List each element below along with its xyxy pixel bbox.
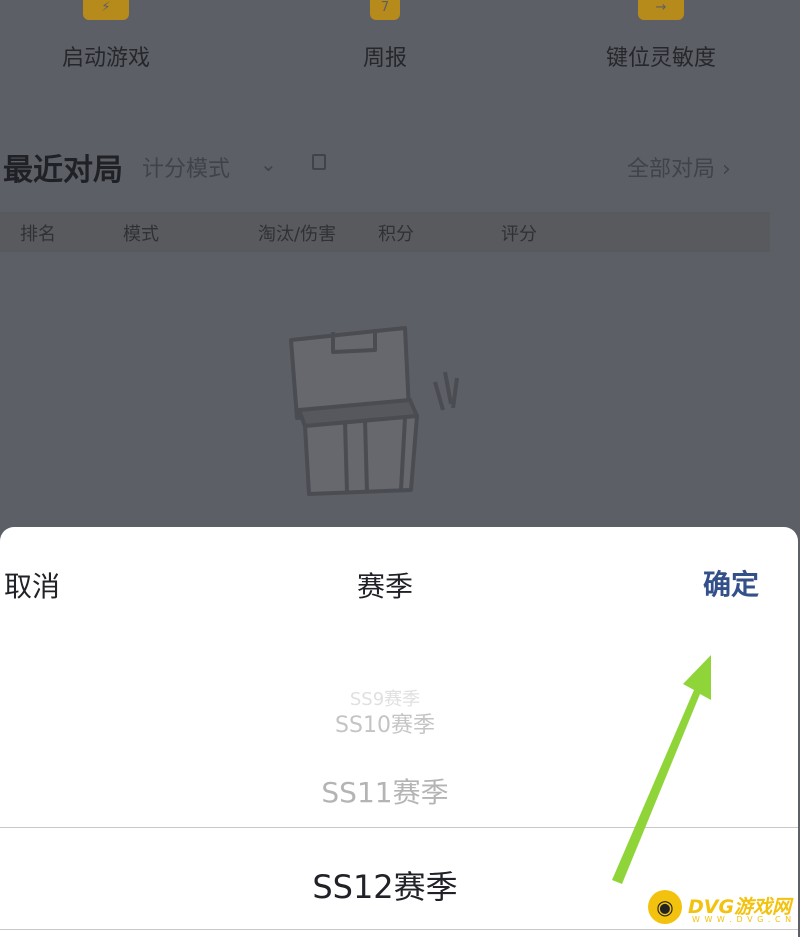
watermark-sub: W W W . D V G . C N (692, 915, 793, 924)
table-header: 排名 模式 淘汰/伤害 积分 评分 (0, 212, 770, 252)
empty-chest-icon (289, 326, 459, 496)
shortcut-label: 键位灵敏度 (605, 46, 716, 71)
dimmed-background: ⚡ 启动游戏 7 周报 → 键位灵敏度 最近对局 计分模式 ⌄ 全部对局 › 排… (0, 0, 800, 540)
watermark: ◉ DVG游戏网 W W W . D V G . C N (648, 890, 796, 926)
column-header: 排名 (20, 224, 56, 245)
selection-divider-top (0, 827, 798, 828)
sheet-title: 赛季 (356, 570, 413, 603)
lock-icon (312, 154, 326, 170)
season-picker-sheet: 取消 赛季 确定 SS9赛季 SS10赛季 SS11赛季 SS12赛季 (0, 527, 798, 937)
season-option[interactable]: SS11赛季 (0, 771, 770, 811)
all-games-link: 全部对局 › (627, 157, 731, 182)
shortcut-weekly-report: 7 周报 (285, 0, 485, 72)
weekly-report-icon: 7 (370, 0, 400, 20)
column-header: 模式 (123, 224, 159, 245)
season-option[interactable]: SS10赛季 (0, 707, 770, 739)
shortcut-launch-game: ⚡ 启动游戏 (6, 0, 206, 72)
column-header: 评分 (501, 224, 537, 245)
robot-logo-icon: ◉ (648, 890, 682, 924)
confirm-button[interactable]: 确定 (703, 563, 759, 603)
column-header: 积分 (378, 224, 414, 245)
selection-divider-bottom (0, 929, 798, 930)
chevron-down-icon: ⌄ (260, 152, 277, 176)
mode-filter: 计分模式 (142, 157, 231, 182)
shortcut-label: 启动游戏 (61, 46, 150, 71)
key-sensitivity-icon: → (638, 0, 684, 20)
shortcut-label: 周报 (362, 46, 407, 71)
shortcut-key-sensitivity: → 键位灵敏度 (561, 0, 761, 72)
column-header: 淘汰/伤害 (258, 224, 337, 245)
launch-game-icon: ⚡ (83, 0, 129, 20)
recent-games-title: 最近对局 (3, 153, 123, 188)
